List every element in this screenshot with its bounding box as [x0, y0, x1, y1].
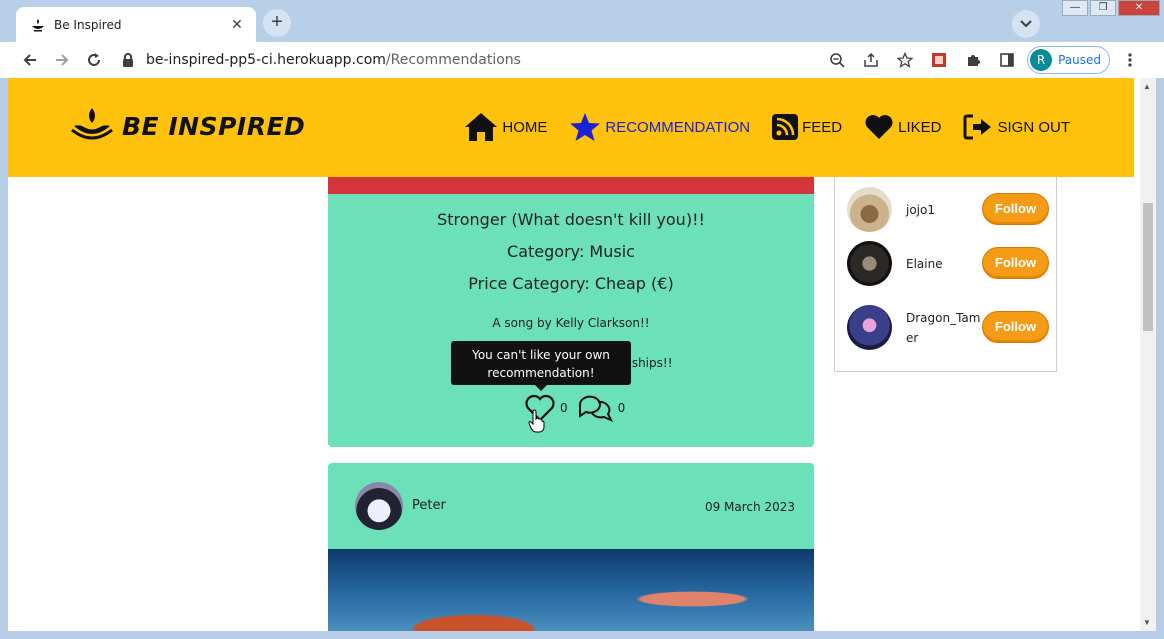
scrollbar-thumb[interactable] — [1143, 203, 1153, 331]
profile-row: jojo1 Follow — [847, 187, 1053, 232]
browser-tabstrip: Be Inspired ✕ + — ❐ ✕ — [0, 0, 1164, 42]
rss-icon — [772, 114, 799, 140]
profile-name[interactable]: jojo1 — [906, 200, 982, 220]
comments-icon[interactable] — [576, 393, 614, 423]
nav-sign-out[interactable]: SIGN OUT — [963, 114, 1070, 140]
nav-liked[interactable]: LIKED — [864, 114, 941, 140]
profile-row: Dragon_Tamer Follow — [847, 305, 1053, 350]
tab-close-icon[interactable]: ✕ — [228, 16, 246, 33]
nav-sign-out-label: SIGN OUT — [997, 118, 1070, 136]
profile-row: Elaine Follow — [847, 241, 1053, 286]
lamp-favicon-icon — [32, 18, 44, 31]
profile-chip[interactable]: R Paused — [1027, 46, 1110, 74]
profile-name[interactable]: Dragon_Tamer — [906, 308, 982, 348]
toolbar-actions: R Paused — [823, 46, 1144, 74]
reload-icon[interactable] — [80, 46, 108, 74]
post-author[interactable]: Peter — [412, 498, 446, 513]
nav-home[interactable]: HOME — [464, 112, 547, 142]
comment-count: 0 — [617, 401, 626, 415]
browser-tab[interactable]: Be Inspired ✕ — [16, 7, 256, 42]
forward-icon[interactable] — [48, 46, 76, 74]
back-icon[interactable] — [16, 46, 44, 74]
post-date: 09 March 2023 — [704, 500, 795, 514]
scroll-up-icon[interactable]: ▲ — [1143, 82, 1151, 91]
nav-links: HOME RECOMMENDATION FEED LIKED SIGN OUT — [464, 112, 1070, 142]
address-bar[interactable]: be-inspired-pp5-ci.herokuapp.com/Recomme… — [122, 47, 822, 73]
heart-icon — [865, 115, 893, 139]
page-scrollbar[interactable]: ▲ ▼ — [1140, 78, 1156, 631]
close-window-button[interactable]: ✕ — [1118, 0, 1160, 16]
tab-title: Be Inspired — [54, 17, 122, 32]
post-image — [328, 177, 814, 194]
author-avatar[interactable] — [355, 482, 403, 530]
nav-liked-label: LIKED — [898, 118, 942, 136]
profile-name[interactable]: Elaine — [906, 254, 982, 274]
sign-out-icon — [963, 114, 992, 140]
new-tab-button[interactable]: + — [263, 9, 291, 37]
nav-recommendation[interactable]: RECOMMENDATION — [569, 112, 750, 142]
follow-button[interactable]: Follow — [982, 193, 1049, 225]
page-viewport: BE INSPIRED HOME RECOMMENDATION FEED LIK… — [8, 78, 1156, 631]
kebab-menu-icon[interactable] — [1116, 46, 1144, 74]
minimize-button[interactable]: — — [1062, 0, 1088, 16]
scroll-down-icon[interactable]: ▼ — [1143, 618, 1151, 627]
nav-recommendation-label: RECOMMENDATION — [605, 118, 751, 136]
hand-cursor-icon — [528, 409, 545, 433]
post-title: Stronger (What doesn't kill you)!! — [437, 210, 705, 229]
post-price-category: Price Category: Cheap (€) — [468, 274, 674, 293]
lock-icon — [123, 53, 133, 67]
browser-toolbar: be-inspired-pp5-ci.herokuapp.com/Recomme… — [0, 42, 1164, 78]
post-image[interactable] — [328, 549, 814, 631]
like-tooltip: You can't like your own recommendation! — [451, 341, 631, 391]
profile-avatar[interactable] — [847, 305, 892, 350]
star-icon — [570, 113, 601, 141]
tab-search-icon[interactable] — [1012, 10, 1040, 38]
window-controls: — ❐ ✕ — [1062, 0, 1160, 16]
url-host: be-inspired-pp5-ci.herokuapp.com — [146, 52, 386, 68]
nav-feed[interactable]: FEED — [772, 114, 842, 140]
share-icon[interactable] — [857, 46, 885, 74]
puzzle-extensions-icon[interactable] — [959, 46, 987, 74]
url-path: /Recommendations — [385, 52, 521, 68]
extension-icon[interactable] — [925, 46, 953, 74]
lamp-logo-icon — [71, 108, 113, 140]
profile-avatar[interactable] — [847, 187, 892, 232]
popular-profiles: jojo1 Follow Elaine Follow Dragon_Tamer … — [834, 177, 1057, 372]
home-icon — [465, 113, 498, 141]
bookmark-star-icon[interactable] — [891, 46, 919, 74]
post-description: A song by Kelly Clarkson!! — [492, 316, 650, 330]
follow-button[interactable]: Follow — [982, 311, 1049, 343]
zoom-icon[interactable] — [823, 46, 851, 74]
post-category: Category: Music — [507, 242, 635, 261]
brand-logo[interactable]: BE INSPIRED — [70, 106, 305, 146]
profile-avatar[interactable] — [847, 241, 892, 286]
post-card: Stronger (What doesn't kill you)!! Categ… — [328, 177, 814, 447]
like-count: 0 — [560, 401, 568, 415]
profile-status: Paused — [1058, 53, 1101, 67]
profile-avatar: R — [1030, 49, 1053, 71]
side-panel-icon[interactable] — [993, 46, 1021, 74]
follow-button[interactable]: Follow — [982, 247, 1049, 279]
post-card: Peter 09 March 2023 — [328, 463, 814, 631]
maximize-button[interactable]: ❐ — [1090, 0, 1116, 16]
site-navbar: BE INSPIRED HOME RECOMMENDATION FEED LIK… — [8, 78, 1134, 177]
nav-feed-label: FEED — [802, 118, 843, 136]
nav-home-label: HOME — [502, 118, 548, 136]
brand-name: BE INSPIRED — [122, 111, 306, 141]
